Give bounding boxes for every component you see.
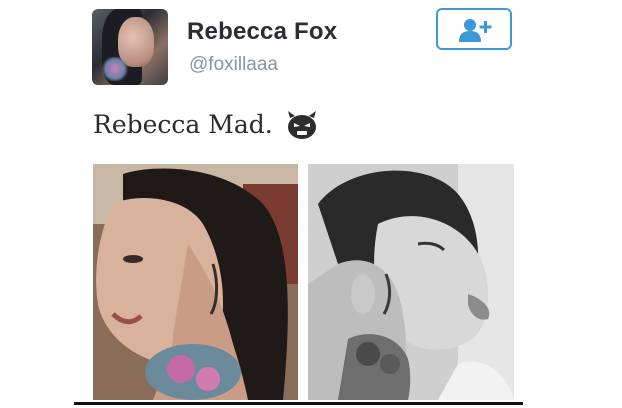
user-handle[interactable]: @foxillaaa — [189, 54, 278, 76]
follow-button[interactable] — [436, 8, 512, 50]
avatar-tattoo — [100, 57, 130, 81]
photo-right-illustration — [308, 164, 514, 400]
tweet-card: Rebecca Fox @foxillaaa Rebecca Mad. — [0, 0, 622, 408]
tweet-text: Rebecca Mad. — [93, 110, 273, 139]
photo-left-illustration — [93, 164, 298, 400]
divider — [74, 402, 523, 405]
angry-face-emoji-icon — [288, 111, 316, 139]
add-user-icon — [459, 19, 492, 42]
media-photo-left[interactable] — [93, 164, 298, 400]
avatar[interactable] — [92, 9, 168, 85]
media-photo-right[interactable] — [308, 164, 514, 400]
user-name[interactable]: Rebecca Fox — [187, 18, 337, 46]
